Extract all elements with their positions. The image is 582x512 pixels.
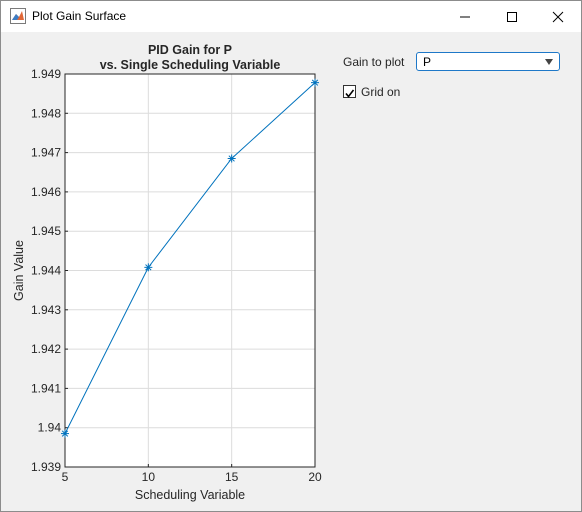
y-axis-label: Gain Value — [12, 240, 26, 301]
grid-on-checkbox[interactable] — [343, 85, 356, 98]
plot-gain-surface-window: Plot Gain Surface PID Gain for P vs. Sin… — [0, 0, 582, 512]
matlab-icon — [10, 8, 26, 24]
x-tick-label: 10 — [142, 470, 156, 484]
x-tick-label: 15 — [225, 470, 239, 484]
gain-to-plot-label: Gain to plot — [343, 55, 405, 69]
data-point-marker — [61, 429, 69, 438]
close-icon — [552, 11, 564, 22]
gain-select-value: P — [423, 55, 432, 69]
title-bar: Plot Gain Surface — [1, 1, 581, 32]
x-tick-label: 20 — [308, 470, 322, 484]
y-tick-label: 1.946 — [31, 185, 61, 199]
y-tick-label: 1.94 — [38, 421, 62, 435]
grid-on-label: Grid on — [361, 85, 401, 99]
y-tick-label: 1.945 — [31, 224, 61, 238]
gain-select-dropdown[interactable]: P — [416, 52, 560, 71]
y-tick-label: 1.943 — [31, 303, 61, 317]
gain-chart[interactable]: 5 10 15 20 1.939 1.94 1.941 1.942 1.943 1.944 1.94… — [1, 32, 331, 510]
maximize-icon — [507, 11, 517, 22]
maximize-button[interactable] — [489, 1, 535, 32]
minimize-icon — [460, 16, 470, 17]
y-tick-label: 1.948 — [31, 106, 61, 120]
x-tick-label: 5 — [62, 470, 69, 484]
chevron-down-icon — [545, 59, 553, 65]
minimize-button[interactable] — [442, 1, 488, 32]
y-tick-label: 1.949 — [31, 67, 61, 81]
x-axis-label: Scheduling Variable — [135, 488, 245, 502]
checkmark-icon — [345, 89, 355, 98]
y-tick-label: 1.944 — [31, 264, 61, 278]
y-tick-label: 1.947 — [31, 146, 61, 160]
y-tick-label: 1.942 — [31, 342, 61, 356]
y-tick-label: 1.941 — [31, 381, 61, 395]
y-tick-label: 1.939 — [31, 460, 61, 474]
close-button[interactable] — [535, 1, 581, 32]
window-title: Plot Gain Surface — [32, 9, 127, 23]
